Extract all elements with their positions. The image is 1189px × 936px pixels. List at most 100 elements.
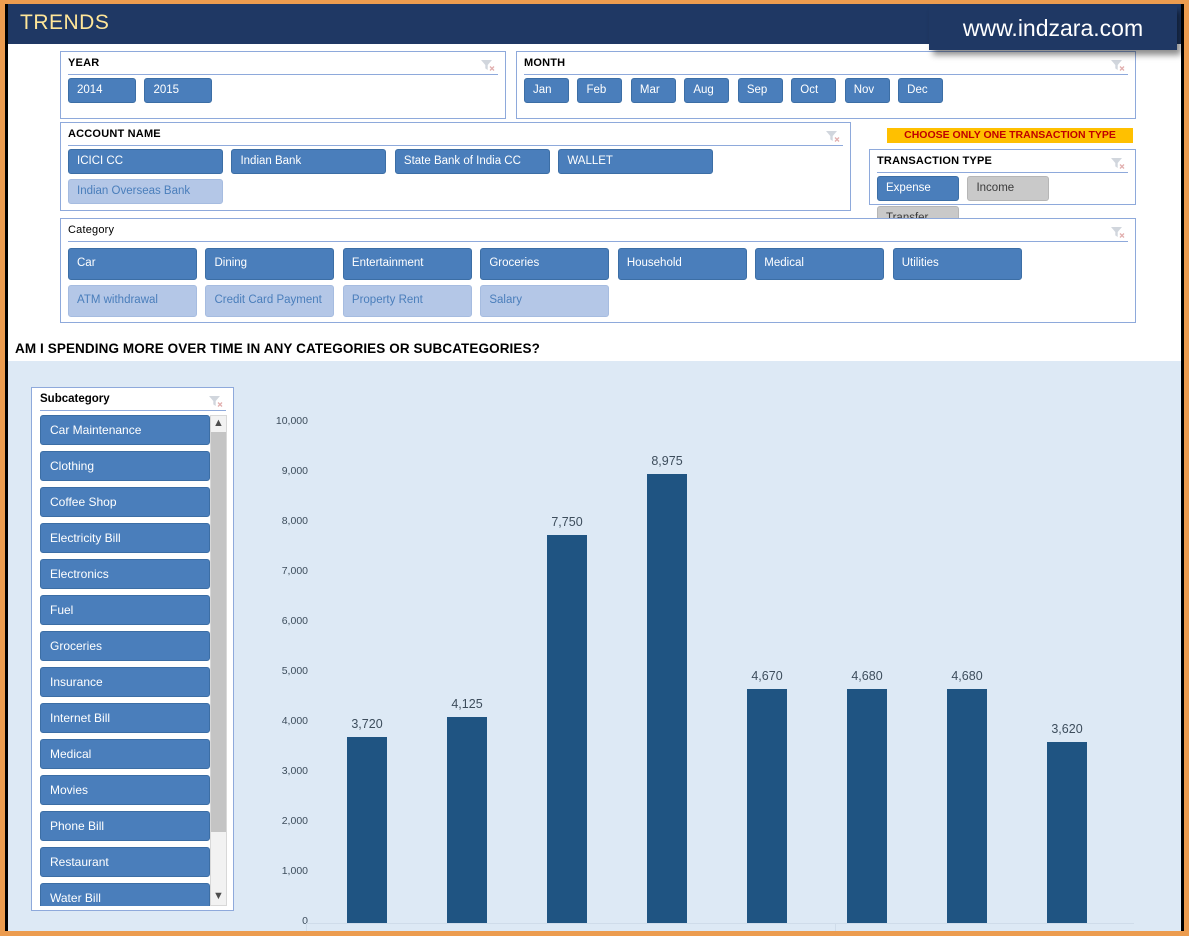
bar-jan[interactable] <box>847 689 887 923</box>
x-axis-band <box>306 923 1134 931</box>
slicer-item-wallet[interactable]: WALLET <box>558 149 713 174</box>
slicer-month-label: MONTH <box>524 57 565 69</box>
bar-label-oct: 7,750 <box>527 515 607 529</box>
slicer-item-movies[interactable]: Movies <box>40 775 210 805</box>
scrollbar-thumb[interactable] <box>211 432 226 832</box>
bar-oct[interactable] <box>547 535 587 923</box>
slicer-subcategory-items: Car Maintenance Clothing Coffee Shop Ele… <box>40 415 210 906</box>
clear-filter-icon[interactable] <box>1109 224 1126 240</box>
slicer-month-header: MONTH <box>524 57 1128 75</box>
slicer-item-indian-bank[interactable]: Indian Bank <box>231 149 386 174</box>
slicer-item-feb[interactable]: Feb <box>577 78 622 103</box>
slicer-item-medical[interactable]: Medical <box>755 248 884 280</box>
slicer-item-salary[interactable]: Salary <box>480 285 609 317</box>
subcategory-scrollbar[interactable]: ▲ ▼ <box>210 415 227 906</box>
transaction-type-notice-text: CHOOSE ONLY ONE TRANSACTION TYPE <box>887 128 1133 143</box>
slicer-item-coffee-shop[interactable]: Coffee Shop <box>40 487 210 517</box>
slicer-item-car[interactable]: Car <box>68 248 197 280</box>
slicer-item-indian-overseas-bank[interactable]: Indian Overseas Bank <box>68 179 223 204</box>
slicer-item-groceries[interactable]: Groceries <box>480 248 609 280</box>
page-title: TRENDS <box>20 11 109 35</box>
bar-label-aug: 3,720 <box>327 717 407 731</box>
slicer-subcategory-header: Subcategory <box>40 393 226 411</box>
y-tick-2000: 2,000 <box>248 815 308 827</box>
slicer-item-mar[interactable]: Mar <box>631 78 676 103</box>
y-tick-4000: 4,000 <box>248 715 308 727</box>
slicer-item-phone-bill[interactable]: Phone Bill <box>40 811 210 841</box>
slicer-category-items: Car Dining Entertainment Groceries House… <box>68 248 1130 319</box>
slicer-category-header: Category <box>68 224 1128 242</box>
clear-filter-icon[interactable] <box>1109 57 1126 73</box>
y-tick-8000: 8,000 <box>248 515 308 527</box>
slicer-item-state-bank-of-india-cc[interactable]: State Bank of India CC <box>395 149 550 174</box>
slicer-item-water-bill[interactable]: Water Bill <box>40 883 210 906</box>
slicer-item-nov[interactable]: Nov <box>845 78 890 103</box>
slicer-item-groceries[interactable]: Groceries <box>40 631 210 661</box>
slicer-item-car-maintenance[interactable]: Car Maintenance <box>40 415 210 445</box>
slicer-transaction-type-items: Expense Income Transfer <box>877 176 1130 201</box>
slicer-account-name: ACCOUNT NAME ICICI CC Indian Bank State … <box>60 122 851 211</box>
slicer-month-items: Jan Feb Mar Aug Sep Oct Nov Dec <box>524 78 1130 115</box>
slicer-subcategory: Subcategory Car Maintenance Clothing Cof… <box>31 387 234 911</box>
slicer-item-dining[interactable]: Dining <box>205 248 334 280</box>
bar-dec[interactable] <box>747 689 787 923</box>
bar-nov[interactable] <box>647 474 687 923</box>
scroll-down-icon[interactable]: ▼ <box>211 889 226 905</box>
slicer-item-restaurant[interactable]: Restaurant <box>40 847 210 877</box>
slicer-year-items: 2014 2015 <box>68 78 500 115</box>
slicer-item-income[interactable]: Income <box>967 176 1049 201</box>
bar-label-jan: 4,680 <box>827 669 907 683</box>
slicer-category-label: Category <box>68 224 114 236</box>
slicer-item-jan[interactable]: Jan <box>524 78 569 103</box>
slicer-item-atm-withdrawal[interactable]: ATM withdrawal <box>68 285 197 317</box>
slicer-account-label: ACCOUNT NAME <box>68 128 161 140</box>
slicer-subcategory-label: Subcategory <box>40 393 110 405</box>
slicer-item-fuel[interactable]: Fuel <box>40 595 210 625</box>
bar-label-mar: 3,620 <box>1027 722 1107 736</box>
slicer-item-dec[interactable]: Dec <box>898 78 943 103</box>
spending-trend-chart: 10,000 9,000 8,000 7,000 6,000 5,000 4,0… <box>248 373 1184 931</box>
slicer-item-2015[interactable]: 2015 <box>144 78 212 103</box>
clear-filter-icon[interactable] <box>824 128 841 144</box>
slicer-transaction-type: TRANSACTION TYPE Expense Income Transfer <box>869 149 1136 205</box>
slicer-item-property-rent[interactable]: Property Rent <box>343 285 472 317</box>
y-tick-10000: 10,000 <box>248 415 308 427</box>
slicer-item-icici-cc[interactable]: ICICI CC <box>68 149 223 174</box>
slicer-item-household[interactable]: Household <box>618 248 747 280</box>
slicer-item-clothing[interactable]: Clothing <box>40 451 210 481</box>
slicer-item-utilities[interactable]: Utilities <box>893 248 1022 280</box>
y-tick-3000: 3,000 <box>248 765 308 777</box>
clear-filter-icon[interactable] <box>1109 155 1126 171</box>
bar-sep[interactable] <box>447 717 487 923</box>
scroll-up-icon[interactable]: ▲ <box>211 416 226 432</box>
slicer-item-electronics[interactable]: Electronics <box>40 559 210 589</box>
slicer-item-sep[interactable]: Sep <box>738 78 783 103</box>
chart-panel: Subcategory Car Maintenance Clothing Cof… <box>8 361 1184 931</box>
slicer-category: Category Car Dining Entertainment Grocer… <box>60 218 1136 323</box>
slicer-item-medical[interactable]: Medical <box>40 739 210 769</box>
bar-label-nov: 8,975 <box>627 454 707 468</box>
slicer-item-internet-bill[interactable]: Internet Bill <box>40 703 210 733</box>
slicer-transaction-type-header: TRANSACTION TYPE <box>877 155 1128 173</box>
bar-mar[interactable] <box>1047 742 1087 923</box>
bar-aug[interactable] <box>347 737 387 923</box>
slicer-item-electricity-bill[interactable]: Electricity Bill <box>40 523 210 553</box>
slicer-account-items: ICICI CC Indian Bank State Bank of India… <box>68 149 845 207</box>
slicer-item-expense[interactable]: Expense <box>877 176 959 201</box>
slicer-item-insurance[interactable]: Insurance <box>40 667 210 697</box>
slicer-item-2014[interactable]: 2014 <box>68 78 136 103</box>
clear-filter-icon[interactable] <box>207 393 224 409</box>
site-banner: www.indzara.com <box>929 6 1177 50</box>
slicer-item-entertainment[interactable]: Entertainment <box>343 248 472 280</box>
transaction-type-notice: CHOOSE ONLY ONE TRANSACTION TYPE <box>887 128 1133 143</box>
slicer-item-credit-card-payment[interactable]: Credit Card Payment <box>205 285 334 317</box>
chart-plot-area: 3,720 4,125 7,750 8,975 4,670 4,680 4,68… <box>318 373 1126 923</box>
bar-feb[interactable] <box>947 689 987 923</box>
slicer-item-oct[interactable]: Oct <box>791 78 836 103</box>
slicer-item-aug[interactable]: Aug <box>684 78 729 103</box>
site-banner-text: www.indzara.com <box>929 15 1177 42</box>
section-heading: AM I SPENDING MORE OVER TIME IN ANY CATE… <box>15 341 540 356</box>
y-tick-6000: 6,000 <box>248 615 308 627</box>
clear-filter-icon[interactable] <box>479 57 496 73</box>
slicer-year-label: YEAR <box>68 57 99 69</box>
